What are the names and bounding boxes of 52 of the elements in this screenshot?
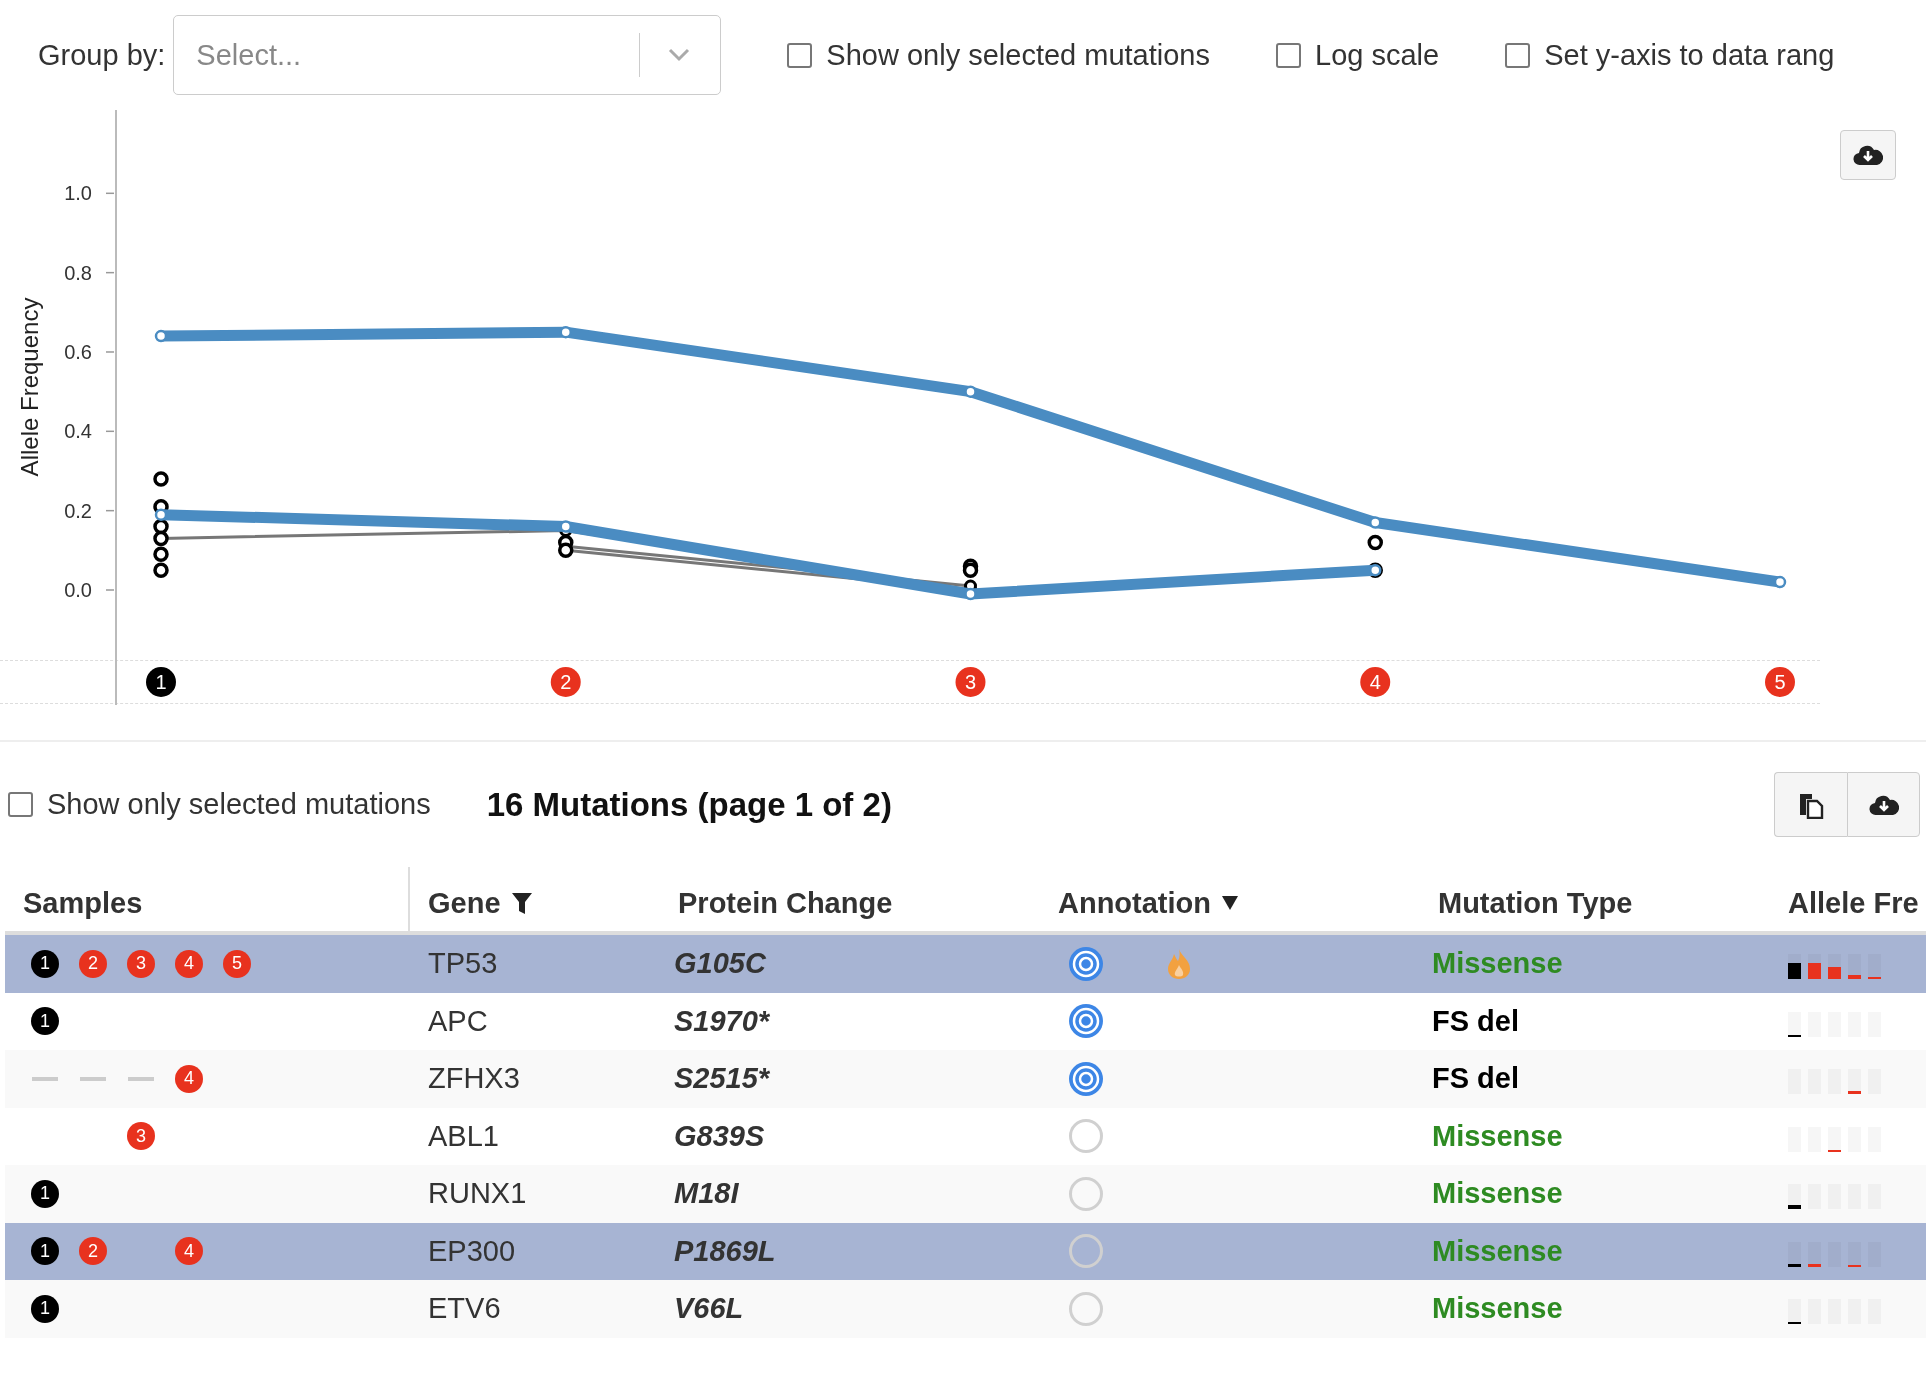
y-tick-label: 0.2: [64, 499, 92, 522]
sample-badge: 1: [31, 949, 59, 978]
gene-cell: APC: [428, 1004, 488, 1038]
sample-badge: 1: [31, 1007, 59, 1036]
y-tick-label: 0.4: [64, 420, 92, 443]
sample-badge: 3: [127, 1122, 155, 1151]
sample-badge: 5: [223, 949, 251, 978]
table-title: 16 Mutations (page 1 of 2): [486, 785, 892, 824]
y-axis-title: Allele Frequency: [16, 297, 43, 477]
sample-badge: 1: [31, 1294, 59, 1323]
protein-change-cell: V66L: [674, 1292, 744, 1326]
checkbox-label: Show only selected mutations: [47, 788, 431, 821]
y-tick-label: 0.8: [64, 261, 92, 284]
y-tick-label: 0.6: [64, 341, 92, 363]
protein-change-cell: M18I: [674, 1177, 739, 1211]
mutation-type-cell: Missense: [1432, 1292, 1563, 1326]
mutation-type-cell: Missense: [1432, 1177, 1563, 1211]
sample-badge: 4: [175, 949, 203, 978]
sample-badge: 4: [175, 1237, 203, 1266]
gene-cell: ABL1: [428, 1119, 499, 1153]
sample-number: 2: [560, 671, 572, 693]
mutation-type-cell: Missense: [1432, 1234, 1563, 1268]
sample-badge: 3: [127, 949, 155, 978]
protein-change-cell: S1970*: [674, 1004, 770, 1038]
sample-number: 3: [964, 671, 977, 693]
group-by-label: Group by:: [38, 38, 166, 72]
y-tick-label: 0.0: [64, 579, 92, 601]
protein-change-cell: S2515*: [674, 1062, 770, 1096]
gene-cell: RUNX1: [428, 1177, 527, 1211]
protein-change-cell: G839S: [674, 1119, 765, 1153]
checkbox-label: Show only selected mutations: [826, 38, 1210, 72]
gene-cell: TP53: [428, 947, 498, 981]
sample-number: 1: [155, 671, 167, 693]
gene-cell: ETV6: [428, 1292, 501, 1326]
mutation-type-cell: FS del: [1432, 1004, 1519, 1038]
gene-cell: EP300: [428, 1234, 516, 1268]
sample-badge: 1: [31, 1237, 59, 1266]
y-tick-label: 1.0: [64, 182, 92, 205]
gene-cell: ZFHX3: [428, 1062, 520, 1096]
checkbox-label: Set y-axis to data rang: [1544, 38, 1835, 72]
protein-change-cell: P1869L: [674, 1234, 776, 1268]
sample-badge: 2: [79, 949, 107, 978]
checkbox-label: Log scale: [1315, 38, 1440, 72]
mutation-type-cell: FS del: [1432, 1062, 1519, 1096]
sample-number: 5: [1774, 671, 1786, 693]
sample-badge: 2: [79, 1237, 107, 1266]
sample-badge: 4: [175, 1064, 203, 1093]
mutation-type-cell: Missense: [1432, 947, 1563, 981]
protein-change-cell: G105C: [674, 947, 766, 981]
mutation-type-cell: Missense: [1432, 1119, 1563, 1153]
sample-number: 4: [1369, 671, 1381, 693]
sample-badge: 1: [31, 1179, 59, 1208]
